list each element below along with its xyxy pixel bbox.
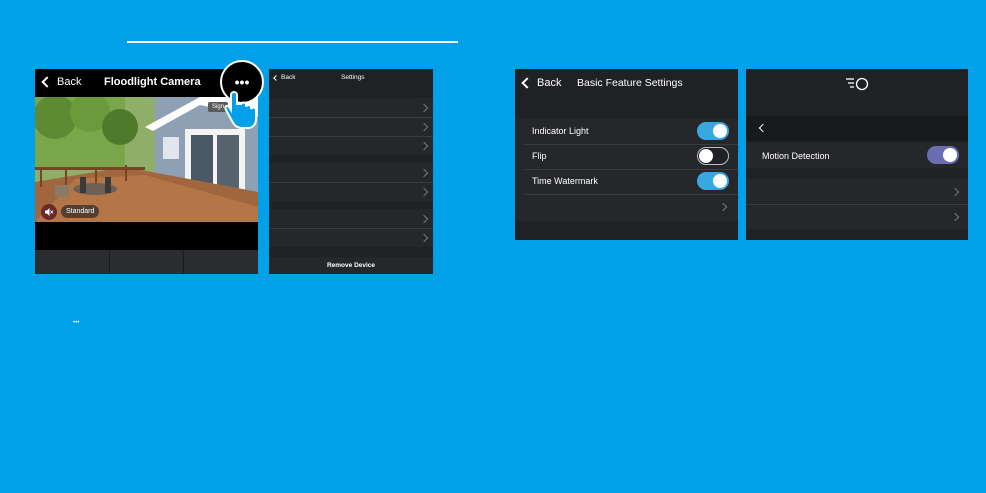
chevron-right-icon xyxy=(419,233,429,243)
settings-group-3 xyxy=(269,209,433,247)
detection-row[interactable] xyxy=(746,179,968,205)
back-button[interactable]: Back xyxy=(273,74,296,81)
mute-button[interactable] xyxy=(41,204,57,220)
basic-settings-row[interactable] xyxy=(525,194,738,221)
chevron-right-icon xyxy=(419,141,429,151)
basic-list: Indicator Light Flip Time Watermark xyxy=(515,119,738,221)
basic-settings-screen: Back Basic Feature Settings Indicator Li… xyxy=(515,69,738,240)
back-label: Back xyxy=(537,77,562,89)
chevron-right-icon xyxy=(419,122,429,132)
time-watermark-toggle[interactable] xyxy=(697,172,729,190)
chevron-left-icon xyxy=(41,76,53,88)
toolbar-button-1[interactable] xyxy=(35,250,110,274)
chevron-left-icon xyxy=(273,74,279,81)
back-button[interactable]: Back xyxy=(521,77,562,89)
detection-subnav xyxy=(746,116,968,141)
settings-row[interactable] xyxy=(269,228,433,247)
more-dots-caption-icon: ••• xyxy=(73,320,80,326)
chevron-right-icon xyxy=(419,214,429,224)
page-title: Settings xyxy=(341,74,365,81)
camera-bottom-toolbar xyxy=(35,250,258,274)
quality-button[interactable]: Standard xyxy=(61,205,100,218)
chevron-right-icon xyxy=(419,103,429,113)
row-label: Flip xyxy=(532,151,547,161)
row-label: Time Watermark xyxy=(532,176,598,186)
motion-detection-label: Motion Detection xyxy=(762,151,830,161)
toggle-knob xyxy=(713,124,727,138)
settings-group-1 xyxy=(269,98,433,155)
settings-row[interactable] xyxy=(269,209,433,229)
basic-navbar: Back Basic Feature Settings xyxy=(515,69,738,98)
motion-detection-row: Motion Detection xyxy=(746,143,968,168)
divider-line xyxy=(127,41,458,43)
toggle-knob xyxy=(943,148,957,162)
toolbar-button-2[interactable] xyxy=(110,250,185,274)
page-title: Basic Feature Settings xyxy=(577,77,683,89)
toggle-knob xyxy=(713,174,727,188)
settings-group-2 xyxy=(269,163,433,201)
motion-detection-toggle[interactable] xyxy=(927,146,959,164)
back-chevron-icon[interactable] xyxy=(758,123,768,133)
chevron-left-icon xyxy=(521,77,533,89)
detection-screen: Motion Detection xyxy=(746,69,968,240)
chevron-right-icon xyxy=(718,202,728,212)
row-label: Indicator Light xyxy=(532,126,589,136)
chevron-right-icon xyxy=(419,187,429,197)
toggle-row-flip: Flip xyxy=(525,144,738,170)
more-dots-icon: ••• xyxy=(234,74,250,90)
back-label: Back xyxy=(57,76,82,88)
detection-row[interactable] xyxy=(746,204,968,229)
back-button[interactable]: Back xyxy=(41,76,82,88)
speaker-muted-icon xyxy=(45,208,54,216)
page-title: Floodlight Camera xyxy=(104,76,201,88)
indicator-light-toggle[interactable] xyxy=(697,122,729,140)
hand-pointer-icon xyxy=(224,90,257,129)
remove-device-button[interactable]: Remove Device xyxy=(269,257,433,274)
back-label: Back xyxy=(281,74,296,81)
settings-row[interactable] xyxy=(269,117,433,137)
settings-screen: Back Settings Remove Device xyxy=(269,69,433,274)
settings-row[interactable] xyxy=(269,136,433,155)
chevron-right-icon xyxy=(950,187,960,197)
toggle-knob xyxy=(699,149,713,163)
settings-row[interactable] xyxy=(269,98,433,118)
settings-row[interactable] xyxy=(269,163,433,183)
camera-black-area xyxy=(35,222,258,250)
toggle-row-time-watermark: Time Watermark xyxy=(525,169,738,195)
toolbar-button-3[interactable] xyxy=(184,250,258,274)
flip-toggle[interactable] xyxy=(697,147,729,165)
siren-light-icon xyxy=(846,77,869,91)
chevron-right-icon xyxy=(950,212,960,222)
toggle-row-indicator-light: Indicator Light xyxy=(525,119,738,145)
settings-navbar: Back Settings xyxy=(269,69,433,87)
detection-header xyxy=(746,69,968,98)
chevron-right-icon xyxy=(419,168,429,178)
detection-list xyxy=(746,179,968,229)
settings-row[interactable] xyxy=(269,182,433,201)
